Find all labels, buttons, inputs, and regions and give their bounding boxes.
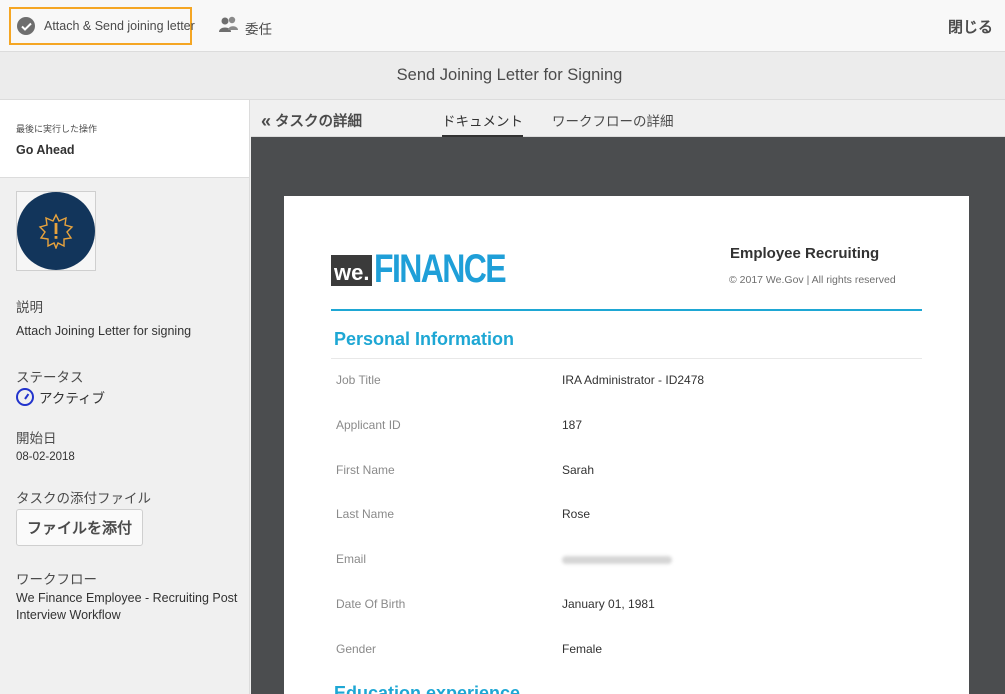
workflow-value: We Finance Employee - Recruiting Post In… [16,591,238,622]
document-viewer[interactable]: we. FINANCE Employee Recruiting © 2017 W… [251,137,1005,694]
row-value-gender: Female [562,642,603,656]
top-toolbar: Attach & Send joining letter 委任 閉じる [0,0,1005,52]
section-divider [331,358,922,359]
clock-icon [16,388,34,406]
logo-we: we. [331,255,373,286]
delegate-button[interactable]: 委任 [219,16,272,39]
status-value-row: アクティブ [16,387,105,407]
row-label-email: Email [336,552,367,566]
attachments-label: タスクの添付ファイル [16,491,151,506]
redacted-email [562,556,672,564]
close-button[interactable]: 閉じる [948,16,993,37]
start-date-value: 08-02-2018 [16,451,75,463]
task-details-panel: 最後に実行した操作 Go Ahead 説明 Attach Joining Let… [0,100,250,694]
document-page: we. FINANCE Employee Recruiting © 2017 W… [284,196,969,694]
row-value-applicant-id: 187 [562,418,583,432]
description-value: Attach Joining Letter for signing [16,324,192,338]
last-action-caption: 最後に実行した操作 [16,124,98,134]
delegate-label: 委任 [245,21,272,37]
row-value-job-title: IRA Administrator - ID2478 [562,373,705,387]
task-avatar [16,191,96,271]
row-label-date-of-birth: Date Of Birth [336,597,406,611]
row-label-first-name: First Name [336,463,395,477]
double-chevron-left-icon: « [261,110,272,131]
header-divider [331,309,922,311]
document-header-title: Employee Recruiting [730,245,880,262]
tab-workflow-details[interactable]: ワークフローの詳細 [552,110,674,130]
section-education-experience: Education experience [334,683,521,694]
attach-send-label: Attach & Send joining letter [44,19,195,33]
checkmark-icon [17,17,35,35]
tab-document[interactable]: ドキュメント [442,110,523,137]
last-action-section: 最後に実行した操作 Go Ahead [0,100,249,178]
tab-bar: « タスクの詳細 ドキュメント ワークフローの詳細 [251,100,1005,137]
status-value: アクティブ [39,391,106,406]
row-label-job-title: Job Title [336,373,381,387]
status-label: ステータス [16,370,84,385]
back-to-task-details-link[interactable]: « タスクの詳細 [261,110,362,131]
description-label: 説明 [16,300,43,315]
row-value-first-name: Sarah [562,463,595,477]
alert-badge-icon [17,192,95,270]
page-title: Send Joining Letter for Signing [396,66,623,84]
attach-file-button[interactable]: ファイルを添付 [16,509,143,546]
row-value-email-redacted [562,552,672,567]
last-action-value: Go Ahead [16,143,75,157]
row-value-last-name: Rose [562,507,591,521]
row-label-last-name: Last Name [336,507,395,521]
document-copyright: © 2017 We.Gov | All rights reserved [729,274,896,286]
start-date-label: 開始日 [16,431,57,446]
row-value-date-of-birth: January 01, 1981 [562,597,655,611]
back-label: タスクの詳細 [275,114,363,130]
row-label-applicant-id: Applicant ID [336,418,401,432]
section-personal-information: Personal Information [334,329,515,349]
title-bar: Send Joining Letter for Signing [0,52,1005,100]
row-label-gender: Gender [336,642,377,656]
users-icon [219,16,239,39]
logo-finance: FINANCE [374,247,507,291]
attach-send-joining-letter-button[interactable]: Attach & Send joining letter [9,7,195,45]
workflow-label: ワークフロー [16,572,97,587]
we-finance-logo: we. FINANCE [331,247,538,291]
